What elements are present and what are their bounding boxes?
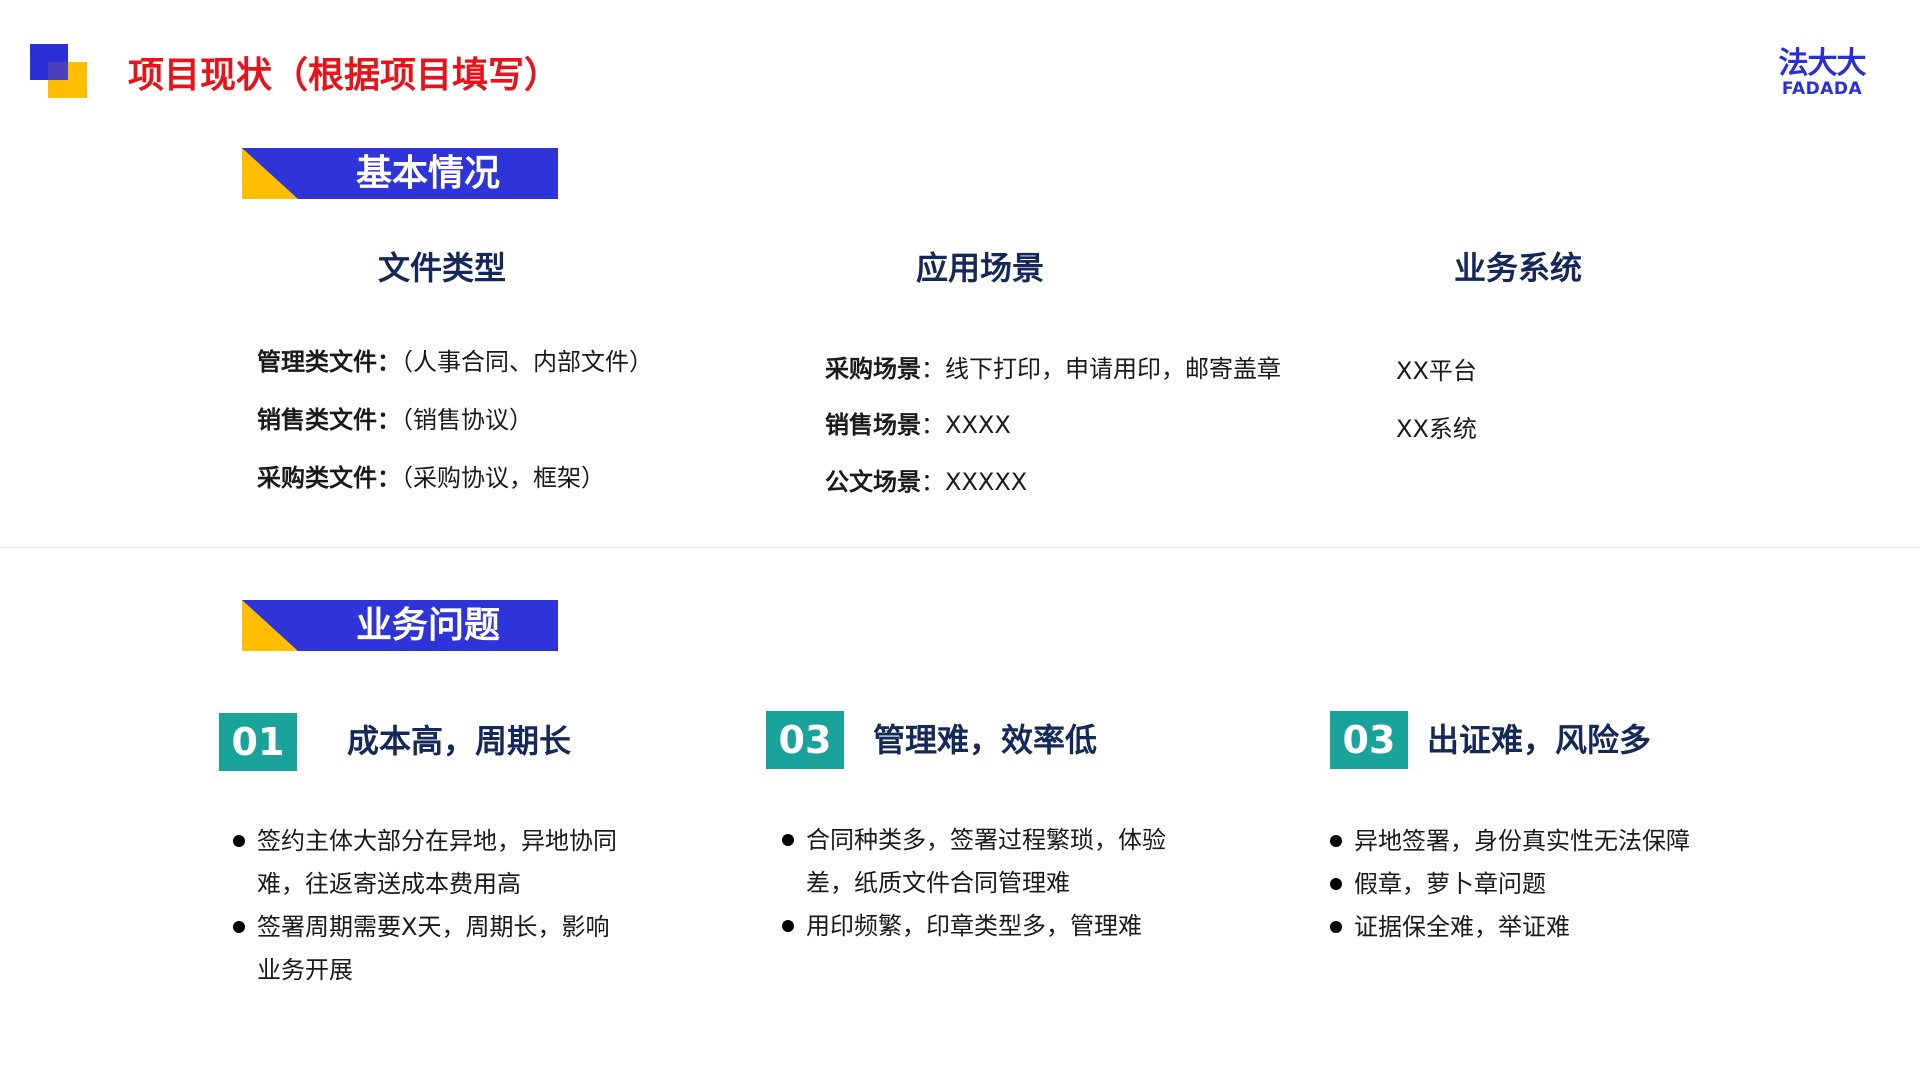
issue-title: 成本高，周期长 [347,722,572,760]
file-type-value: （销售协议） [401,406,533,434]
file-type-value: （采购协议，框架） [401,464,605,492]
file-type-label: 销售类文件： [257,406,401,434]
page-title: 项目现状（根据项目填写） [128,55,561,96]
brand-logo-cn: 法大大 [1778,46,1867,81]
scenarios-heading: 应用场景 [916,249,1045,287]
issue-bullet: 签署周期需要X天，周期长，影响业务开展 [233,906,633,992]
file-type-value: （人事合同、内部文件） [401,348,653,376]
file-type-item: 采购类文件：（采购协议，框架） [257,462,605,494]
brand-logo-en: FADADA [1781,79,1863,99]
issue-bullets: 签约主体大部分在异地，异地协同难，往返寄送成本费用高 签署周期需要X天，周期长，… [233,820,633,992]
issue-title: 出证难，风险多 [1427,721,1652,759]
issue-bullet: 假章，萝卜章问题 [1330,863,1750,906]
issue-bullets: 异地签署，身份真实性无法保障 假章，萝卜章问题 证据保全难，举证难 [1330,820,1750,949]
systems-heading: 业务系统 [1454,249,1583,287]
issue-bullet: 合同种类多，签署过程繁琐，体验差，纸质文件合同管理难 [782,819,1182,905]
file-type-item: 管理类文件：（人事合同、内部文件） [257,346,653,378]
section-banner-problems: 业务问题 [242,600,558,651]
scenario-item: 采购场景：线下打印，申请用印，邮寄盖章 [825,353,1281,385]
issue-number-badge: 03 [1330,711,1408,769]
issue-number-badge: 03 [766,711,844,769]
file-type-item: 销售类文件：（销售协议） [257,404,533,436]
issue-bullet: 用印频繁，印章类型多，管理难 [782,905,1182,948]
scenario-label: 销售场景 [825,411,921,439]
scenario-item: 销售场景：XXXX [825,409,1011,441]
file-type-label: 管理类文件： [257,348,401,376]
scenario-value: ：XXXX [921,411,1011,439]
system-item: XX平台 [1396,357,1477,385]
corner-logo [30,44,88,98]
file-types-heading: 文件类型 [378,249,507,287]
scenario-item: 公文场景：XXXXX [825,466,1027,498]
scenario-label: 公文场景 [825,468,921,496]
issue-title: 管理难，效率低 [873,721,1098,759]
scenario-label: 采购场景 [825,355,921,383]
scenario-value: ：线下打印，申请用印，邮寄盖章 [921,355,1281,383]
section-banner-basic: 基本情况 [242,148,558,199]
system-item: XX系统 [1396,415,1477,443]
issue-bullet: 证据保全难，举证难 [1330,906,1750,949]
issue-number-badge: 01 [219,713,297,771]
issue-bullets: 合同种类多，签署过程繁琐，体验差，纸质文件合同管理难 用印频繁，印章类型多，管理… [782,819,1182,948]
issue-bullet: 异地签署，身份真实性无法保障 [1330,820,1750,863]
file-type-label: 采购类文件： [257,464,401,492]
scenario-value: ：XXXXX [921,468,1028,496]
issue-bullet: 签约主体大部分在异地，异地协同难，往返寄送成本费用高 [233,820,633,906]
section-banner-basic-label: 基本情况 [355,153,500,194]
brand-logo: 法大大 FADADA [1776,46,1868,99]
section-banner-problems-label: 业务问题 [355,605,500,646]
section-divider [0,547,1920,548]
